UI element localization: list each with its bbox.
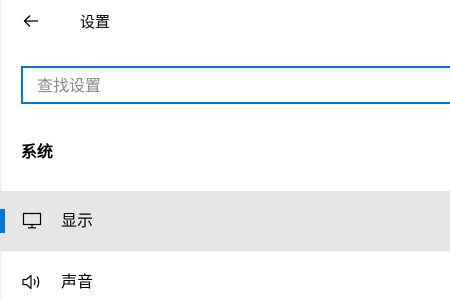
speaker-icon xyxy=(20,270,44,294)
settings-window: 设置 系统 显示 声音 xyxy=(0,0,450,300)
section-heading: 系统 xyxy=(21,142,54,161)
search-input[interactable] xyxy=(23,68,450,102)
window-title: 设置 xyxy=(80,13,111,31)
back-arrow-icon xyxy=(23,15,38,27)
nav-item-display[interactable]: 显示 xyxy=(0,191,450,251)
nav-item-label: 显示 xyxy=(61,211,94,230)
title-bar: 设置 xyxy=(0,0,450,44)
selection-indicator xyxy=(0,209,5,233)
back-button[interactable] xyxy=(16,6,46,36)
nav-item-sound[interactable]: 声音 xyxy=(0,252,450,300)
search-box[interactable] xyxy=(21,66,450,104)
nav-item-label: 声音 xyxy=(61,272,94,291)
monitor-icon xyxy=(20,209,44,233)
